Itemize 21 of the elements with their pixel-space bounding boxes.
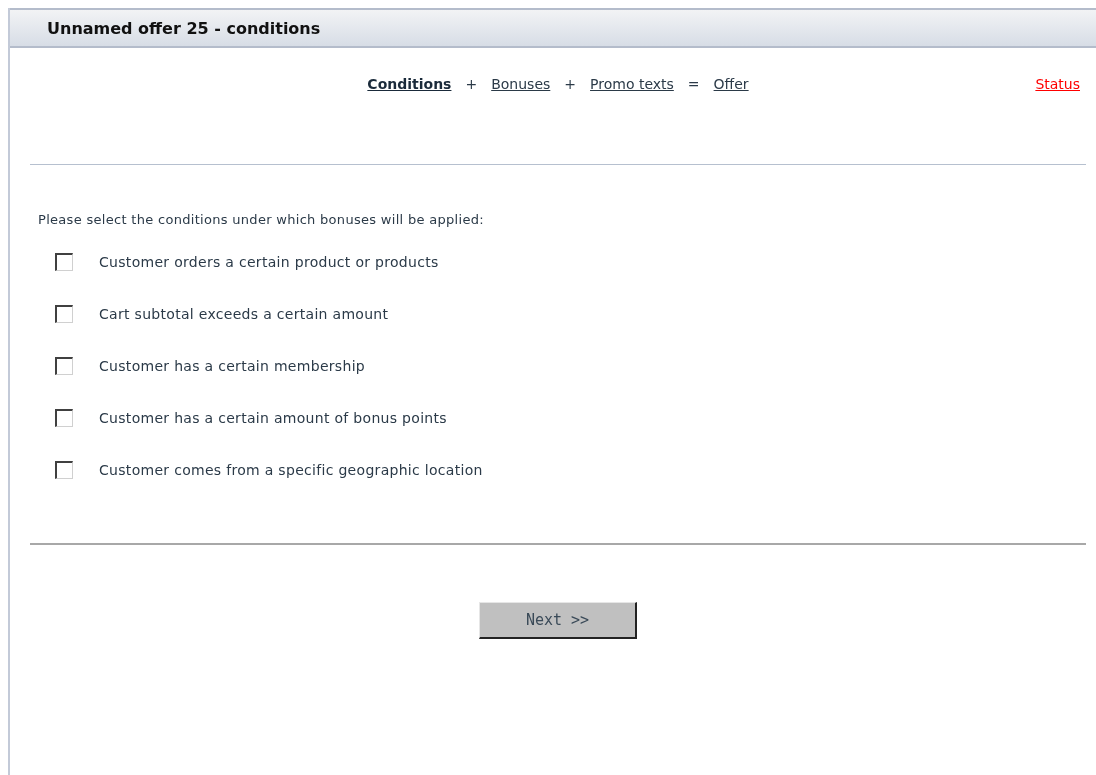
checkbox[interactable] [55, 461, 73, 479]
step-operator: = [687, 76, 700, 92]
condition-label: Customer has a certain amount of bonus points [99, 410, 447, 426]
checkbox[interactable] [55, 357, 73, 375]
condition-label: Customer has a certain membership [99, 358, 365, 374]
step-link[interactable]: Promo texts [590, 76, 674, 92]
next-button[interactable]: Next >> [479, 602, 637, 639]
status-link[interactable]: Status [1035, 76, 1080, 92]
checkbox[interactable] [55, 305, 73, 323]
condition-label: Customer orders a certain product or products [99, 254, 439, 270]
panel-title: Unnamed offer 25 - conditions [47, 18, 321, 38]
prompt-text: Please select the conditions under which bonuses will be applied: [38, 212, 485, 227]
condition-label: Customer comes from a specific geographic location [99, 462, 483, 478]
step-link[interactable]: Offer [713, 76, 749, 92]
checkbox[interactable] [55, 409, 73, 427]
step-operator: + [465, 76, 478, 92]
step-link[interactable]: Conditions [367, 76, 452, 92]
checkbox[interactable] [55, 253, 73, 271]
step-operator: + [564, 76, 577, 92]
condition-label: Cart subtotal exceeds a certain amount [99, 306, 389, 322]
step-link[interactable]: Bonuses [491, 76, 551, 92]
